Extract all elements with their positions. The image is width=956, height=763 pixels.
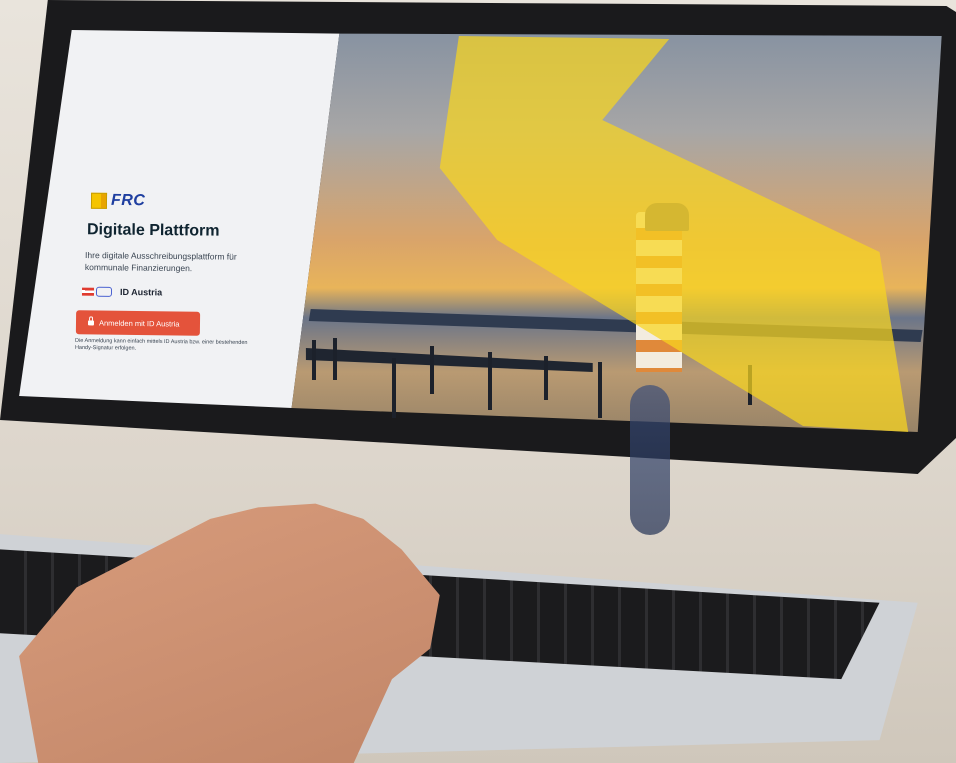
pier-post: [598, 362, 602, 418]
pier-post: [544, 356, 548, 400]
lock-icon: [87, 319, 95, 325]
photo-scene: FRC Digitale Plattform Ihre digitale Aus…: [0, 0, 956, 763]
page-title: Digitale Plattform: [86, 221, 220, 240]
id-austria-label: ID Austria: [119, 286, 163, 298]
login-note: Die Anmeldung kann einfach mittels ID Au…: [74, 337, 248, 352]
frc-logo-icon: [90, 192, 108, 209]
id-austria-logo-icon: [81, 286, 113, 297]
brand-name: FRC: [110, 191, 146, 210]
pier-post: [312, 340, 316, 380]
page-subtitle: Ihre digitale Ausschreibungsplattform fü…: [84, 250, 237, 274]
pier-post: [392, 358, 396, 418]
login-id-austria-button[interactable]: Anmelden mit ID Austria: [75, 310, 201, 336]
pier-post: [488, 352, 492, 410]
login-button-label: Anmelden mit ID Austria: [98, 318, 180, 329]
brand-logo: FRC: [90, 191, 146, 210]
pier-post: [430, 346, 434, 394]
lighthouse-reflection: [630, 385, 670, 535]
id-austria-badge: ID Austria: [81, 286, 163, 298]
pier-post: [333, 338, 337, 380]
